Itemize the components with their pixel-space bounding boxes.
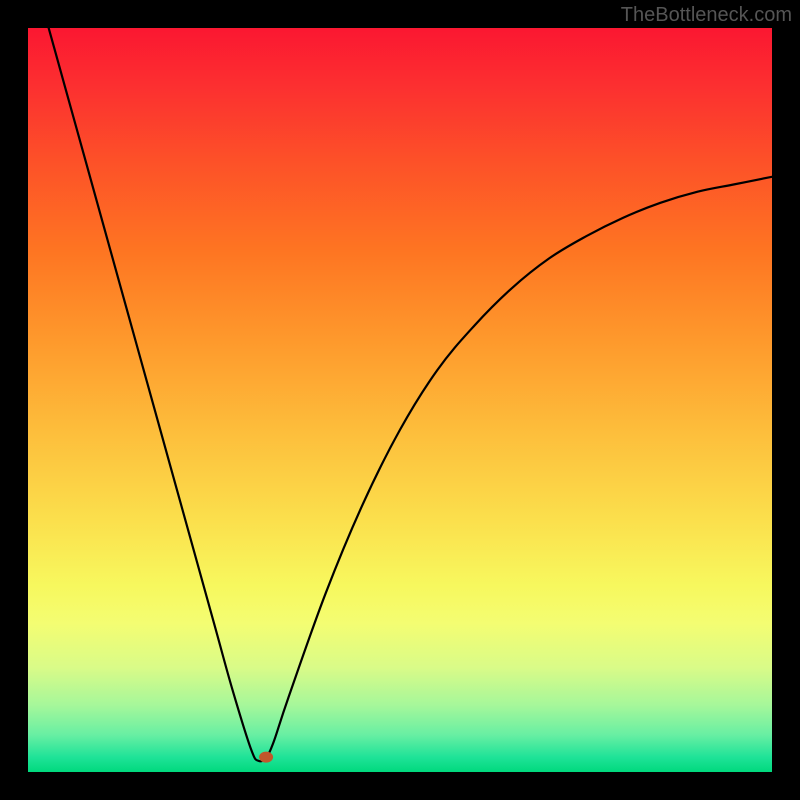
minimum-marker [259, 752, 273, 763]
chart-svg [28, 28, 772, 772]
watermark-text: TheBottleneck.com [621, 4, 792, 27]
plot-area [28, 28, 772, 772]
bottleneck-curve [28, 28, 772, 761]
